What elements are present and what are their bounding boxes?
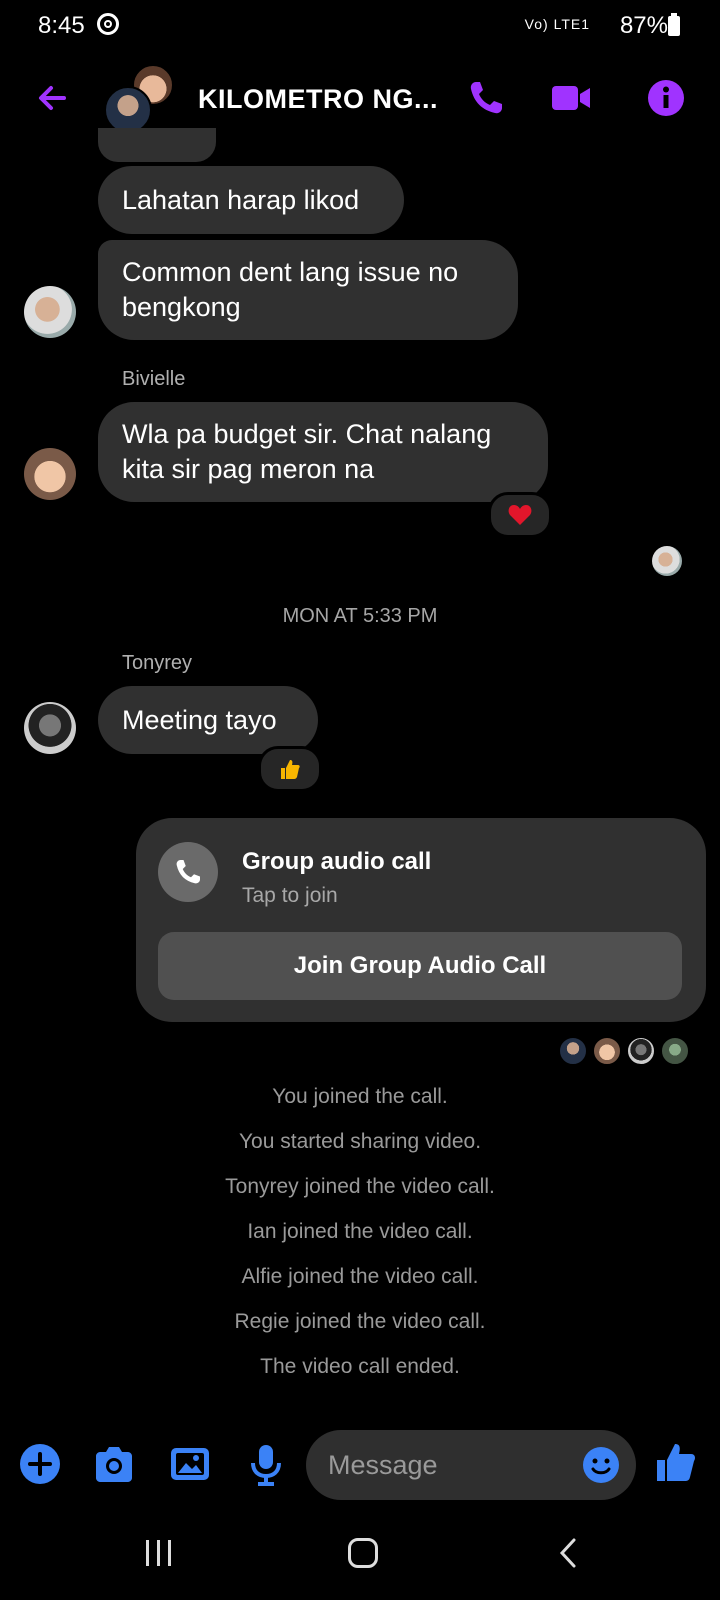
message-bubble[interactable]: Lahatan harap likod bbox=[98, 166, 404, 234]
timestamp: MON AT 5:33 PM bbox=[282, 605, 438, 627]
nav-back-icon[interactable] bbox=[554, 1536, 582, 1570]
sender-name: Bivielle bbox=[122, 368, 186, 390]
at-symbol-icon bbox=[97, 13, 119, 35]
emoji-icon[interactable] bbox=[582, 1446, 620, 1484]
read-receipt-avatar bbox=[652, 546, 682, 576]
call-title: Group audio call bbox=[242, 848, 432, 875]
participant-avatar bbox=[558, 1036, 588, 1066]
heart-reaction[interactable] bbox=[488, 492, 552, 538]
back-arrow-icon[interactable] bbox=[34, 80, 70, 116]
camera-icon[interactable] bbox=[92, 1442, 136, 1486]
network-indicator: Vo) LTE1 bbox=[524, 16, 590, 32]
participant-avatar bbox=[660, 1036, 690, 1066]
system-message: Alfie joined the video call. bbox=[241, 1265, 479, 1288]
home-button[interactable] bbox=[348, 1538, 378, 1568]
info-icon[interactable] bbox=[646, 78, 686, 118]
video-camera-icon[interactable] bbox=[552, 78, 592, 118]
phone-icon bbox=[176, 860, 200, 884]
system-message: You started sharing video. bbox=[238, 1130, 482, 1153]
system-message: Ian joined the video call. bbox=[247, 1220, 473, 1243]
sender-name: Tonyrey bbox=[122, 652, 193, 674]
sender-avatar[interactable] bbox=[24, 702, 76, 754]
message-bubble[interactable]: Common dent lang issue no bengkong bbox=[98, 240, 518, 340]
system-message: Regie joined the video call. bbox=[234, 1310, 486, 1333]
thumbs-up-reaction[interactable] bbox=[258, 746, 322, 792]
phone-icon[interactable] bbox=[466, 78, 506, 118]
sender-avatar[interactable] bbox=[24, 448, 76, 500]
message-bubble[interactable]: Wla pa budget sir. Chat nalang kita sir … bbox=[98, 402, 548, 502]
add-icon[interactable] bbox=[18, 1442, 62, 1486]
call-circle bbox=[158, 842, 218, 902]
participant-avatar bbox=[626, 1036, 656, 1066]
system-message: The video call ended. bbox=[260, 1355, 460, 1378]
participant-avatar bbox=[592, 1036, 622, 1066]
thumbs-up-send-icon[interactable] bbox=[654, 1440, 698, 1484]
system-message: You joined the call. bbox=[272, 1085, 448, 1108]
gallery-icon[interactable] bbox=[168, 1442, 212, 1486]
thumbs-up-icon bbox=[281, 760, 300, 779]
battery-percent: 87% bbox=[619, 12, 668, 39]
group-avatar-2 bbox=[104, 86, 152, 134]
recent-apps-button[interactable] bbox=[146, 1540, 171, 1566]
system-message: Tonyrey joined the video call. bbox=[225, 1175, 495, 1198]
sender-avatar[interactable] bbox=[24, 286, 76, 338]
microphone-icon[interactable] bbox=[244, 1442, 288, 1486]
call-subtitle: Tap to join bbox=[242, 884, 338, 907]
heart-icon bbox=[508, 505, 532, 525]
battery-icon bbox=[668, 13, 680, 36]
conversation-title[interactable]: KILOMETRO NG... bbox=[198, 84, 438, 115]
message-bubble[interactable]: Meeting tayo bbox=[98, 686, 318, 754]
join-call-button[interactable]: Join Group Audio Call bbox=[158, 932, 682, 1000]
previous-message-bubble bbox=[98, 128, 216, 162]
status-time: 8:45 bbox=[38, 12, 85, 39]
